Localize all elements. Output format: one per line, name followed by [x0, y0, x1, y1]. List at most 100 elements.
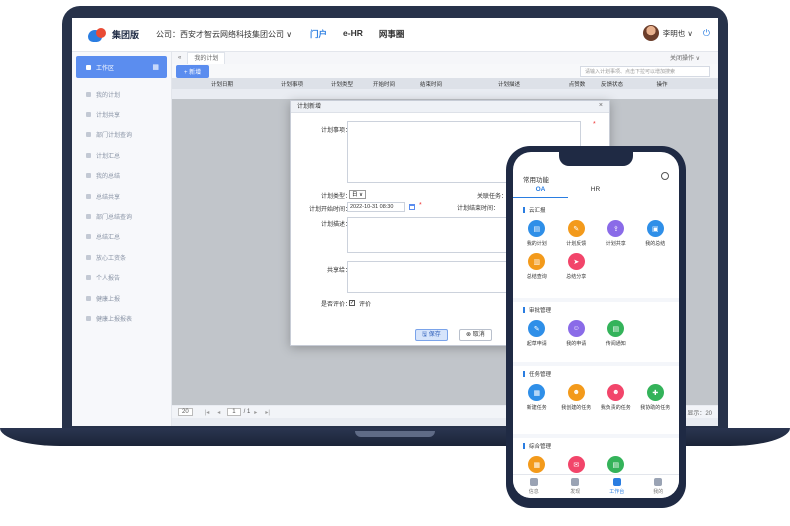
grid-icon[interactable]: ▦	[152, 63, 159, 71]
page-input[interactable]: 1	[227, 408, 241, 416]
comment-checkbox[interactable]: ✓	[349, 300, 355, 306]
wallet-icon	[86, 254, 91, 260]
page-size-select[interactable]: 20	[178, 408, 193, 416]
sidebar-item-summary-share[interactable]: 总结共享	[72, 186, 171, 206]
plan-icon	[86, 91, 91, 97]
add-button[interactable]: + 新增	[176, 64, 210, 78]
pager-summary: 显示：20	[687, 410, 712, 417]
sidebar-item-label: 计划汇总	[96, 153, 121, 160]
section-title: 综合管理	[529, 444, 552, 450]
start-time-input[interactable]: 2022-10-31 08:30	[347, 202, 405, 212]
section-title: 云汇报	[529, 208, 546, 214]
user-menu[interactable]: 李明也 ∨ ⏻	[642, 25, 710, 41]
doc-icon	[86, 173, 91, 179]
app-general-3[interactable]: ▤	[596, 456, 636, 473]
app-plan-feedback[interactable]: ✎ 计划反馈	[557, 220, 597, 247]
close-icon[interactable]: ×	[599, 102, 603, 109]
footer-discover[interactable]: 发现	[555, 475, 597, 498]
close-ops-menu[interactable]: 关闭操作 ∨	[670, 53, 700, 62]
app-responsible-tasks[interactable]: ☻ 我负责的任务	[596, 384, 636, 411]
logo[interactable]: 集团版	[88, 27, 154, 42]
tab-oa[interactable]: OA	[513, 186, 568, 198]
app-circulate[interactable]: ▤ 传阅通知	[596, 320, 636, 347]
tab-hr[interactable]: HR	[568, 186, 623, 198]
calendar-icon[interactable]	[409, 204, 415, 210]
sidebar-item-label: 个人报告	[96, 276, 121, 283]
col-header: 点赞数	[568, 81, 586, 88]
app-label: 计划共享	[605, 241, 626, 247]
first-page-icon[interactable]: |◂	[205, 409, 210, 416]
chat-icon	[529, 478, 538, 486]
phone-tabs: OA HR	[513, 186, 679, 198]
tab-my-plan[interactable]: 我的计划	[187, 52, 226, 64]
sidebar-item-plan-summary[interactable]: 计划汇总	[72, 145, 171, 165]
mail-icon: ✉	[567, 456, 585, 473]
app-label: 总结查询	[526, 274, 547, 280]
query-icon: ▥	[528, 253, 546, 270]
sidebar-item-health-report[interactable]: 健康上报报表	[72, 308, 171, 328]
required-mark: *	[593, 121, 596, 128]
sidebar-item-dept-summary[interactable]: 部门总结查询	[72, 206, 171, 226]
sidebar-item-report[interactable]: 个人报告	[72, 268, 171, 288]
share-to-field[interactable]	[347, 261, 507, 293]
power-icon[interactable]: ⏻	[703, 28, 710, 39]
tabs-back-icon[interactable]: «	[172, 52, 187, 64]
last-page-icon[interactable]: ▸|	[265, 409, 270, 416]
summary-icon: ▣	[646, 220, 664, 237]
app-plan-share[interactable]: ⇪ 计划共享	[596, 220, 636, 247]
app-created-tasks[interactable]: ☻ 我创建的任务	[557, 384, 597, 411]
app-my-plan[interactable]: ▤ 我的计划	[517, 220, 557, 247]
sidebar-item-plan-share[interactable]: 计划共享	[72, 104, 171, 124]
required-mark: *	[419, 202, 422, 209]
app-label: 我的总结	[645, 241, 666, 247]
nav-ehr[interactable]: e-HR	[343, 28, 363, 42]
nav-circle[interactable]: 网事圈	[379, 28, 405, 42]
phone-notch	[559, 152, 633, 166]
plan-icon: ▤	[528, 220, 546, 237]
cancel-button[interactable]: ⊗ 取消	[459, 329, 492, 341]
app-my-summary[interactable]: ▣ 我的总结	[636, 220, 676, 247]
app-my-request[interactable]: ☺ 我的申请	[557, 320, 597, 347]
footer-label: 工作台	[609, 489, 625, 495]
footer-me[interactable]: 我的	[638, 475, 680, 498]
app-assist-tasks[interactable]: ✚ 我协助的任务	[636, 384, 676, 411]
app-draft-request[interactable]: ✎ 起草申请	[517, 320, 557, 347]
sidebar-item-label: 我的计划	[96, 92, 121, 99]
footer-label: 发现	[570, 489, 581, 495]
app-summary-query[interactable]: ▥ 总结查询	[517, 253, 557, 280]
app-general-2[interactable]: ✉	[557, 456, 597, 473]
app-label: 我协助的任务	[640, 405, 671, 411]
save-button[interactable]: 🖫 保存	[415, 329, 448, 341]
sidebar-item-summary-total[interactable]: 总结汇总	[72, 227, 171, 247]
sidebar-item-workspace[interactable]: 工作区 ▦	[76, 56, 167, 78]
search-icon[interactable]	[661, 172, 669, 180]
plan-desc-textarea[interactable]	[347, 217, 507, 253]
app-summary-share[interactable]: ➤ 总结分享	[557, 253, 597, 280]
sidebar-item-dept-plan[interactable]: 部门计划查询	[72, 125, 171, 145]
footer-workbench[interactable]: 工作台	[596, 475, 638, 498]
app-new-task[interactable]: ▦ 新建任务	[517, 384, 557, 411]
tag-icon	[86, 132, 91, 138]
phone-header: 常用功能	[513, 170, 679, 184]
sidebar-item-health[interactable]: 健康上报	[72, 288, 171, 308]
sidebar-item-label: 总结共享	[96, 194, 121, 201]
company-selector[interactable]: 公司：西安才智云网络科技集团公司 ∨	[156, 29, 302, 40]
label-comment: 是否评价：	[320, 302, 351, 308]
prev-page-icon[interactable]: ◂	[217, 409, 220, 416]
col-header: 结束时间	[419, 81, 442, 88]
sidebar-item-my-plan[interactable]: 我的计划	[72, 84, 171, 104]
search-input[interactable]: 请输入计划事项、点击下拉可以增加搜索	[580, 66, 710, 77]
footer-messages[interactable]: 信息	[513, 475, 555, 498]
app-general-1[interactable]: ▦	[517, 456, 557, 473]
label-plan-desc: 计划描述：	[320, 222, 351, 228]
sidebar-item-payslip[interactable]: 放心工资条	[72, 247, 171, 267]
sidebar-item-my-summary[interactable]: 我的总结	[72, 166, 171, 186]
col-header: 计划类型	[330, 81, 353, 88]
next-page-icon[interactable]: ▸	[254, 409, 257, 416]
nav-portal[interactable]: 门户	[310, 28, 327, 42]
phone-footer: 信息 发现 工作台 我的	[513, 474, 679, 498]
sidebar-item-label: 部门计划查询	[96, 133, 133, 140]
plan-type-select[interactable]: 日 ∨	[349, 190, 367, 199]
notice-icon: ▤	[607, 320, 625, 337]
dialog-title: 计划新增	[291, 101, 609, 113]
